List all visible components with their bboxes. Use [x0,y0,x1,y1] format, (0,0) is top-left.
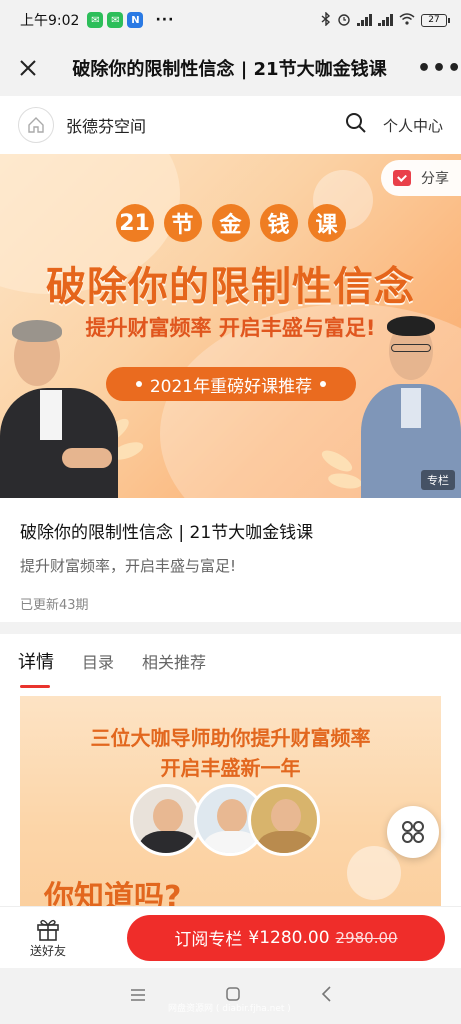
banner-char: 课 [307,204,346,242]
page-title: 破除你的限制性信念 | 21节大咖金钱课 [72,59,387,80]
gift-button[interactable]: 送好友 [30,916,66,959]
tab-bar: 详情 目录 相关推荐 [0,634,461,688]
promo-decoration [347,846,401,900]
share-icon [393,170,411,186]
mentor-avatar [130,784,202,856]
column-tag: 专栏 [421,470,455,490]
promo-image: 三位大咖导师助你提升财富频率 开启丰盛新一年 你知道吗? [20,696,441,916]
system-nav-bar: 网盘资源网 ( diabir.fjha.net ) [0,968,461,1024]
home-icon [28,117,44,133]
update-count: 已更新43期 [20,598,89,613]
wechat-notification-icon: ✉ [107,12,124,28]
menu-icon[interactable] [130,987,146,1006]
shop-name[interactable]: 张德芬空间 [66,113,146,137]
pill-dot [320,381,327,387]
course-info: 破除你的限制性信念 | 21节大咖金钱课 提升财富频率，开启丰盛与富足! 已更新… [0,498,461,622]
banner-course-label: 21 节 金 钱 课 [0,204,461,242]
alarm-icon [337,12,351,29]
search-icon[interactable] [345,112,367,138]
course-subtitle: 提升财富频率，开启丰盛与富足! [20,557,237,575]
shop-header: 张德芬空间 个人中心 [0,96,461,154]
promo-line-2: 开启丰盛新一年 [160,756,301,780]
personal-center-link[interactable]: 个人中心 [383,115,443,136]
bluetooth-icon [321,10,331,29]
back-icon[interactable] [320,986,332,1006]
app-notification-icon: N [127,12,144,28]
close-icon[interactable] [14,54,42,82]
subscribe-label: 订阅专栏 [174,930,243,950]
status-bar: 上午9:02 ✉ ✉ N ··· 27 [0,0,461,40]
tab-catalog[interactable]: 目录 [82,649,114,673]
subscribe-button[interactable]: 订阅专栏 ¥1280.00 2980.00 [127,914,445,961]
grid-icon [402,821,424,843]
battery-icon: 27 [421,13,450,27]
banner-number: 21 [115,204,154,242]
promo-line-1: 三位大咖导师助你提升财富频率 [90,726,371,750]
menu-grid-button[interactable] [387,806,439,858]
banner-char: 钱 [259,204,298,242]
banner-headline: 破除你的限制性信念 [46,264,415,310]
tab-details[interactable]: 详情 [18,648,54,688]
status-icons: 27 [321,10,450,29]
more-menu-button[interactable]: ••• [417,56,461,81]
original-price: 2980.00 [335,928,398,947]
wechat-notification-icon: ✉ [87,12,104,28]
share-label: 分享 [421,171,449,187]
banner-char: 节 [163,204,202,242]
course-banner: 分享 21 节 金 钱 课 破除你的限制性信念 提升财富频率 开启丰盛与富足! … [0,154,461,498]
bottom-action-bar: 送好友 订阅专栏 ¥1280.00 2980.00 [0,906,461,968]
signal-icon [357,14,372,26]
pill-dot [135,381,142,387]
status-time: 上午9:02 [20,13,80,29]
banner-char: 金 [211,204,250,242]
wifi-icon [399,12,415,28]
watermark: 网盘资源网 ( diabir.fjha.net ) [168,1004,291,1014]
subscribe-price: ¥1280.00 [248,927,330,948]
title-bar: 破除你的限制性信念 | 21节大咖金钱课 ••• [0,40,461,96]
gift-icon [37,919,59,941]
pill-label: 2021年重磅好课推荐 [149,376,313,397]
banner-pill: 2021年重磅好课推荐 [106,367,356,401]
more-notifications-icon: ··· [155,12,175,28]
tab-related[interactable]: 相关推荐 [142,649,206,673]
course-title: 破除你的限制性信念 | 21节大咖金钱课 [20,523,314,543]
home-button[interactable] [18,107,54,143]
gift-label: 送好友 [30,944,67,958]
share-button[interactable]: 分享 [381,160,461,196]
mentor-avatar [248,784,320,856]
signal-4g-icon [378,14,393,26]
speaker-photo-left [0,318,120,498]
